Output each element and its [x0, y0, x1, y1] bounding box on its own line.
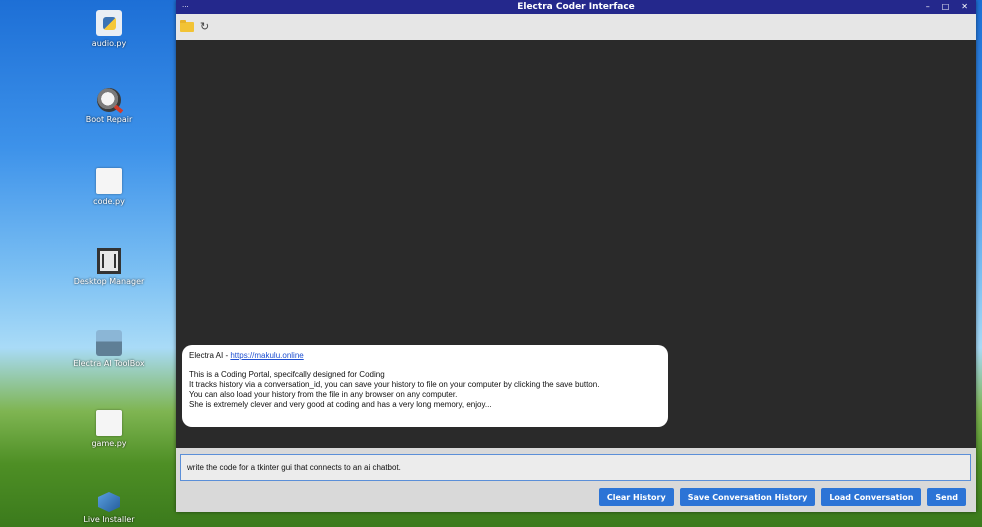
message-line: You can also load your history from the … [189, 390, 458, 399]
desktop-icon-game-py[interactable]: game.py [73, 410, 145, 449]
desktop-icon-label: game.py [91, 439, 127, 448]
desktop-icon-label: Boot Repair [85, 115, 133, 124]
desktop-icon-code-py[interactable]: code.py [73, 168, 145, 207]
refresh-icon[interactable]: ↻ [200, 21, 209, 32]
desktop-icon-electra-ai-toolbox[interactable]: Electra AI ToolBox [73, 330, 145, 369]
maximize-button[interactable]: □ [942, 0, 950, 14]
desktop-icon-label: audio.py [91, 39, 127, 48]
desktop-icon-boot-repair[interactable]: Boot Repair [73, 88, 145, 125]
close-button[interactable]: ✕ [961, 0, 968, 14]
message-header: Electra AI - https://makulu.online [189, 351, 661, 361]
message-line: She is extremely clever and very good at… [189, 400, 492, 409]
window-controls: – □ ✕ [926, 0, 968, 14]
title-bar[interactable]: ··· Electra Coder Interface – □ ✕ [176, 0, 976, 14]
save-conversation-button[interactable]: Save Conversation History [679, 488, 816, 506]
document-icon [96, 168, 122, 194]
message-line: It tracks history via a conversation_id,… [189, 380, 600, 389]
prompt-input[interactable] [180, 454, 971, 481]
window-title: Electra Coder Interface [517, 2, 635, 12]
assistant-message-bubble: Electra AI - https://makulu.online This … [182, 345, 668, 427]
clear-history-button[interactable]: Clear History [598, 488, 674, 506]
input-panel: Clear History Save Conversation History … [176, 448, 976, 512]
folder-icon[interactable] [180, 20, 194, 32]
desktop-icon-audio-py[interactable]: audio.py [73, 10, 145, 49]
toolbox-icon [96, 330, 122, 356]
python-file-icon [96, 10, 122, 36]
toolbar: ↻ [176, 14, 976, 40]
send-button[interactable]: Send [927, 488, 966, 506]
desktop-icon-label: Electra AI ToolBox [73, 359, 145, 368]
desktop-icon-label: code.py [93, 197, 125, 206]
message-line: This is a Coding Portal, specifcally des… [189, 370, 385, 379]
desktop-icon-label: Desktop Manager [73, 277, 145, 286]
load-conversation-button[interactable]: Load Conversation [821, 488, 922, 506]
desktop-icon-desktop-manager[interactable]: Desktop Manager [73, 248, 145, 287]
makulu-link[interactable]: https://makulu.online [230, 351, 303, 360]
app-window: ··· Electra Coder Interface – □ ✕ ↻ Elec… [176, 0, 976, 512]
chat-display[interactable]: Electra AI - https://makulu.online This … [176, 40, 976, 448]
desktop-icon-label: Live Installer [83, 515, 135, 524]
desktop-icon-live-installer[interactable]: Live Installer [73, 492, 145, 525]
installer-icon [98, 492, 120, 512]
boot-repair-icon [97, 88, 121, 112]
minimize-button[interactable]: – [926, 0, 930, 14]
desktop-manager-icon [97, 248, 121, 274]
message-sender: Electra AI - [189, 351, 231, 360]
action-buttons: Clear History Save Conversation History … [598, 488, 966, 506]
document-icon [96, 410, 122, 436]
